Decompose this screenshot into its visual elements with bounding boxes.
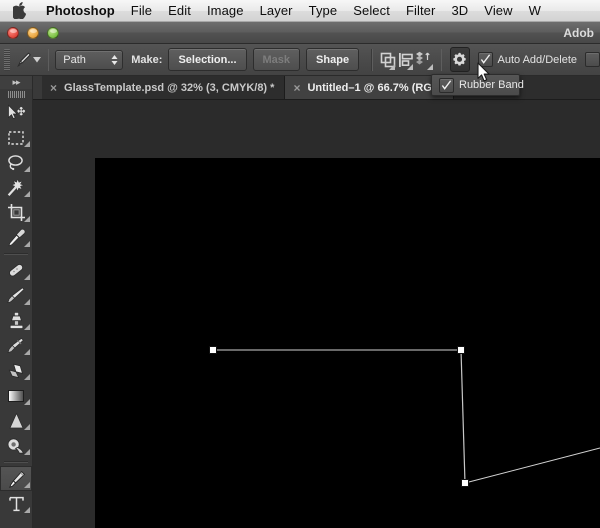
- document-tab-untitled-1[interactable]: × Untitled–1 @ 66.7% (RGB,: [285, 76, 454, 99]
- path-arrangement-chevron-down-icon: [426, 63, 433, 70]
- path-anchor-points: [209, 346, 469, 487]
- tool-more-triangle-icon: [24, 299, 30, 305]
- align-edges-check-box[interactable]: [585, 52, 600, 67]
- tool-more-triangle-icon: [24, 507, 30, 513]
- menu-item-edit[interactable]: Edit: [160, 0, 199, 22]
- rubber-band-popup[interactable]: Rubber Band: [431, 74, 524, 96]
- menu-item-file[interactable]: File: [123, 0, 160, 22]
- menu-item-view[interactable]: View: [476, 0, 520, 22]
- menu-item-type[interactable]: Type: [301, 0, 346, 22]
- path-operations-icon[interactable]: [379, 48, 397, 72]
- menu-item-3d[interactable]: 3D: [443, 0, 476, 22]
- rectangular-marquee-tool[interactable]: [0, 125, 32, 150]
- menu-item-photoshop[interactable]: Photoshop: [38, 0, 123, 22]
- crop-tool[interactable]: [0, 200, 32, 225]
- brush-tool[interactable]: [0, 283, 32, 308]
- window-controls: [7, 27, 59, 39]
- zoom-window-button[interactable]: [47, 27, 59, 39]
- spot-healing-brush-tool[interactable]: [0, 258, 32, 283]
- minimize-window-button[interactable]: [27, 27, 39, 39]
- tools-divider-1: [4, 253, 28, 255]
- path-arrangement-icon[interactable]: [415, 48, 435, 72]
- blur-tool[interactable]: [0, 408, 32, 433]
- tool-more-triangle-icon: [24, 399, 30, 405]
- options-separator-2: [371, 48, 373, 71]
- window-title: Adob: [563, 26, 594, 40]
- tools-panel-grip[interactable]: [0, 89, 32, 100]
- menu-item-filter[interactable]: Filter: [398, 0, 444, 22]
- auto-add-delete-check-box[interactable]: [477, 52, 493, 67]
- tool-more-triangle-icon: [24, 141, 30, 147]
- close-icon[interactable]: ×: [50, 82, 57, 94]
- close-window-button[interactable]: [7, 27, 19, 39]
- document-work-area[interactable]: [33, 100, 600, 528]
- tool-more-triangle-icon: [24, 424, 30, 430]
- path-mode-select[interactable]: Path: [55, 49, 124, 70]
- document-tab-label: Untitled–1 @ 66.7% (RGB,: [307, 81, 443, 94]
- make-shape-button[interactable]: Shape: [306, 48, 360, 71]
- auto-add-delete-checkbox[interactable]: Auto Add/Delete: [477, 52, 578, 67]
- collapse-panel-button[interactable]: ▸▸: [0, 76, 32, 89]
- move-tool[interactable]: [0, 100, 32, 125]
- close-icon[interactable]: ×: [293, 82, 300, 94]
- rubber-band-label: Rubber Band: [459, 79, 524, 91]
- tool-more-triangle-icon: [24, 274, 30, 280]
- eyedropper-tool[interactable]: [0, 225, 32, 250]
- magic-wand-tool[interactable]: [0, 175, 32, 200]
- tool-more-triangle-icon: [24, 374, 30, 380]
- pen-tool[interactable]: [0, 466, 32, 491]
- gradient-tool[interactable]: [0, 383, 32, 408]
- path-operations-chevron-down-icon: [388, 63, 395, 70]
- vector-path-overlay: [209, 346, 600, 487]
- eraser-tool[interactable]: [0, 358, 32, 383]
- type-tool[interactable]: [0, 491, 32, 516]
- tool-preset-chevron-down-icon[interactable]: [33, 48, 42, 72]
- path-alignment-chevron-down-icon: [406, 63, 413, 70]
- history-brush-tool[interactable]: [0, 333, 32, 358]
- tool-options-bar: Path Make: Selection... Mask Shape Auto …: [0, 44, 600, 76]
- tools-divider-2: [4, 461, 28, 463]
- tool-more-triangle-icon: [24, 216, 30, 222]
- macos-menu-bar: Photoshop File Edit Image Layer Type Sel…: [0, 0, 600, 22]
- tool-more-triangle-icon: [24, 241, 30, 247]
- lasso-tool[interactable]: [0, 150, 32, 175]
- dodge-tool[interactable]: [0, 433, 32, 458]
- clone-stamp-tool[interactable]: [0, 308, 32, 333]
- tool-more-triangle-icon: [24, 324, 30, 330]
- tool-more-triangle-icon: [24, 191, 30, 197]
- document-tab-label: GlassTemplate.psd @ 32% (3, CMYK/8) *: [64, 81, 275, 94]
- apple-logo-icon[interactable]: [12, 2, 28, 20]
- path-segments: [213, 349, 600, 484]
- gear-icon[interactable]: [450, 47, 470, 72]
- make-mask-button[interactable]: Mask: [252, 48, 301, 71]
- document-tab-glasstemplate[interactable]: × GlassTemplate.psd @ 32% (3, CMYK/8) *: [42, 76, 286, 99]
- rubber-band-check-box[interactable]: [439, 77, 454, 93]
- tool-more-triangle-icon: [24, 166, 30, 172]
- auto-add-delete-label: Auto Add/Delete: [497, 53, 578, 66]
- align-edges-checkbox[interactable]: [585, 52, 600, 67]
- make-label: Make:: [131, 53, 163, 66]
- path-alignment-icon[interactable]: [397, 48, 415, 72]
- options-separator-3: [440, 48, 443, 71]
- menu-item-layer[interactable]: Layer: [252, 0, 301, 22]
- tool-more-triangle-icon: [24, 349, 30, 355]
- window-title-bar: Adob: [0, 22, 600, 44]
- path-mode-value: Path: [63, 53, 86, 66]
- stepper-arrows-icon: [111, 54, 118, 66]
- tool-more-triangle-icon: [24, 449, 30, 455]
- menu-item-window[interactable]: W: [521, 0, 549, 22]
- menu-item-image[interactable]: Image: [199, 0, 252, 22]
- menu-item-select[interactable]: Select: [345, 0, 398, 22]
- drag-grip-icon: [7, 91, 25, 98]
- pen-tool-icon[interactable]: [13, 48, 33, 72]
- tools-panel: ▸▸: [0, 76, 33, 528]
- options-separator-1: [47, 48, 50, 71]
- image-canvas[interactable]: [95, 158, 600, 528]
- photoshop-window: Photoshop File Edit Image Layer Type Sel…: [0, 0, 600, 528]
- make-selection-button[interactable]: Selection...: [168, 48, 247, 71]
- options-bar-grip[interactable]: [4, 48, 10, 71]
- tool-more-triangle-icon: [24, 482, 30, 488]
